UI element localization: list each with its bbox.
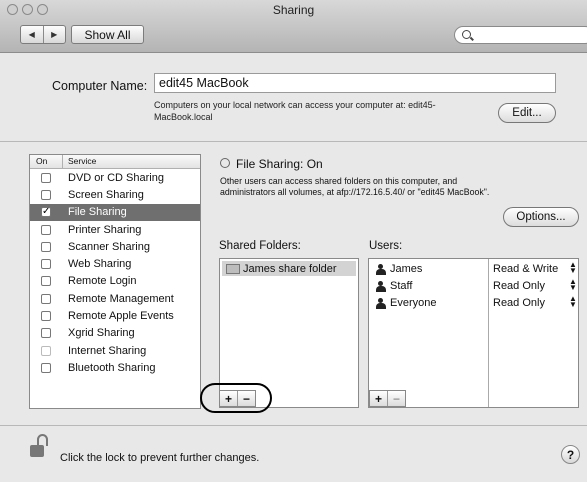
title-bar: Sharing ◀ ▶ Show All bbox=[0, 0, 587, 53]
updown-arrows-icon[interactable]: ▲ ▼ bbox=[569, 278, 577, 292]
show-all-button[interactable]: Show All bbox=[71, 25, 144, 44]
table-row[interactable]: James Read & Write ▲ ▼ bbox=[369, 261, 578, 279]
service-row[interactable]: Web Sharing bbox=[30, 255, 200, 272]
service-row[interactable]: Remote Login bbox=[30, 273, 200, 290]
computer-name-label: Computer Name: bbox=[52, 79, 148, 93]
file-sharing-description: Other users can access shared folders on… bbox=[220, 176, 490, 197]
column-on[interactable]: On bbox=[30, 155, 63, 168]
service-label: Bluetooth Sharing bbox=[68, 361, 156, 374]
service-row[interactable]: DVD or CD Sharing bbox=[30, 169, 200, 186]
service-checkbox[interactable] bbox=[41, 311, 51, 322]
service-row[interactable]: Remote Management bbox=[30, 290, 200, 307]
help-button[interactable]: ? bbox=[561, 445, 580, 464]
service-row[interactable]: Remote Apple Events bbox=[30, 307, 200, 324]
service-label: Xgrid Sharing bbox=[68, 327, 135, 340]
user-icon bbox=[376, 263, 386, 275]
user-add-remove: + − bbox=[369, 390, 406, 407]
group-icon bbox=[376, 297, 386, 309]
file-sharing-status: File Sharing: On bbox=[220, 157, 323, 171]
window-title: Sharing bbox=[272, 3, 315, 17]
computer-name-field[interactable]: edit45 MacBook bbox=[154, 73, 556, 93]
service-row[interactable]: ✓ File Sharing bbox=[30, 203, 200, 221]
service-checkbox[interactable] bbox=[41, 276, 51, 287]
table-row[interactable]: Staff Read Only ▲ ▼ bbox=[369, 278, 578, 296]
service-checkbox[interactable] bbox=[41, 345, 51, 356]
updown-arrows-icon[interactable]: ▲ ▼ bbox=[569, 295, 577, 309]
user-name: James bbox=[390, 263, 423, 275]
table-row[interactable]: Everyone Read Only ▲ ▼ bbox=[369, 295, 578, 313]
service-checkbox[interactable] bbox=[41, 328, 51, 339]
service-checkbox[interactable] bbox=[41, 172, 51, 183]
service-row[interactable]: Printer Sharing bbox=[30, 221, 200, 238]
service-label: Remote Management bbox=[68, 292, 174, 305]
service-checkbox[interactable] bbox=[41, 224, 51, 235]
user-name: Staff bbox=[390, 280, 413, 292]
service-label: Scanner Sharing bbox=[68, 240, 150, 253]
service-label: File Sharing bbox=[68, 206, 127, 219]
search-icon bbox=[462, 30, 471, 39]
service-row[interactable]: Xgrid Sharing bbox=[30, 325, 200, 342]
service-label: Printer Sharing bbox=[68, 223, 142, 236]
service-row[interactable]: Scanner Sharing bbox=[30, 238, 200, 255]
user-name: Everyone bbox=[390, 297, 437, 309]
add-user-button[interactable]: + bbox=[370, 391, 388, 406]
search-input[interactable] bbox=[454, 26, 587, 44]
divider bbox=[0, 141, 587, 142]
remove-folder-button[interactable]: − bbox=[238, 391, 255, 406]
computer-name-description: Computers on your local network can acce… bbox=[154, 100, 436, 122]
back-forward-control[interactable]: ◀ ▶ bbox=[20, 25, 66, 44]
back-arrow-icon[interactable]: ◀ bbox=[21, 26, 44, 43]
add-folder-button[interactable]: + bbox=[220, 391, 238, 406]
lock-icon[interactable] bbox=[30, 445, 44, 457]
status-text: File Sharing: On bbox=[236, 157, 323, 171]
users-list: James Read & Write ▲ ▼ Staff Read Only ▲ ▼… bbox=[368, 258, 579, 408]
permission-select[interactable]: Read & Write bbox=[493, 263, 558, 275]
remove-user-button[interactable]: − bbox=[388, 391, 405, 406]
group-icon bbox=[376, 280, 386, 292]
folder-icon bbox=[226, 263, 240, 274]
edit-button[interactable]: Edit... bbox=[498, 103, 556, 123]
list-item[interactable]: James share folder bbox=[222, 261, 356, 276]
users-label: Users: bbox=[369, 240, 403, 252]
service-label: Remote Login bbox=[68, 275, 137, 288]
column-service[interactable]: Service bbox=[63, 155, 96, 168]
status-indicator-icon bbox=[220, 158, 230, 168]
permission-select[interactable]: Read Only bbox=[493, 297, 545, 309]
service-list-header: On Service bbox=[30, 155, 200, 169]
service-label: Web Sharing bbox=[68, 258, 132, 271]
service-list: On Service DVD or CD Sharing Screen Shari… bbox=[29, 154, 201, 409]
service-label: DVD or CD Sharing bbox=[68, 171, 164, 184]
folder-add-remove: + − bbox=[219, 390, 256, 407]
service-checkbox[interactable]: ✓ bbox=[41, 207, 51, 218]
service-label: Internet Sharing bbox=[68, 344, 147, 357]
options-button[interactable]: Options... bbox=[503, 207, 579, 227]
permission-select[interactable]: Read Only bbox=[493, 280, 545, 292]
service-checkbox[interactable] bbox=[41, 259, 51, 270]
service-checkbox[interactable] bbox=[41, 189, 51, 200]
forward-arrow-icon[interactable]: ▶ bbox=[44, 26, 66, 43]
service-row[interactable]: Bluetooth Sharing bbox=[30, 359, 200, 376]
service-row[interactable]: Internet Sharing bbox=[30, 342, 200, 359]
service-row[interactable]: Screen Sharing bbox=[30, 186, 200, 203]
service-checkbox[interactable] bbox=[41, 241, 51, 252]
service-label: Remote Apple Events bbox=[68, 310, 174, 323]
folder-name: James share folder bbox=[243, 262, 337, 275]
divider bbox=[0, 425, 587, 426]
service-label: Screen Sharing bbox=[68, 188, 144, 201]
updown-arrows-icon[interactable]: ▲ ▼ bbox=[569, 261, 577, 275]
service-checkbox[interactable] bbox=[41, 362, 51, 373]
service-checkbox[interactable] bbox=[41, 293, 51, 304]
lock-text: Click the lock to prevent further change… bbox=[60, 452, 260, 464]
shared-folders-label: Shared Folders: bbox=[219, 240, 301, 252]
